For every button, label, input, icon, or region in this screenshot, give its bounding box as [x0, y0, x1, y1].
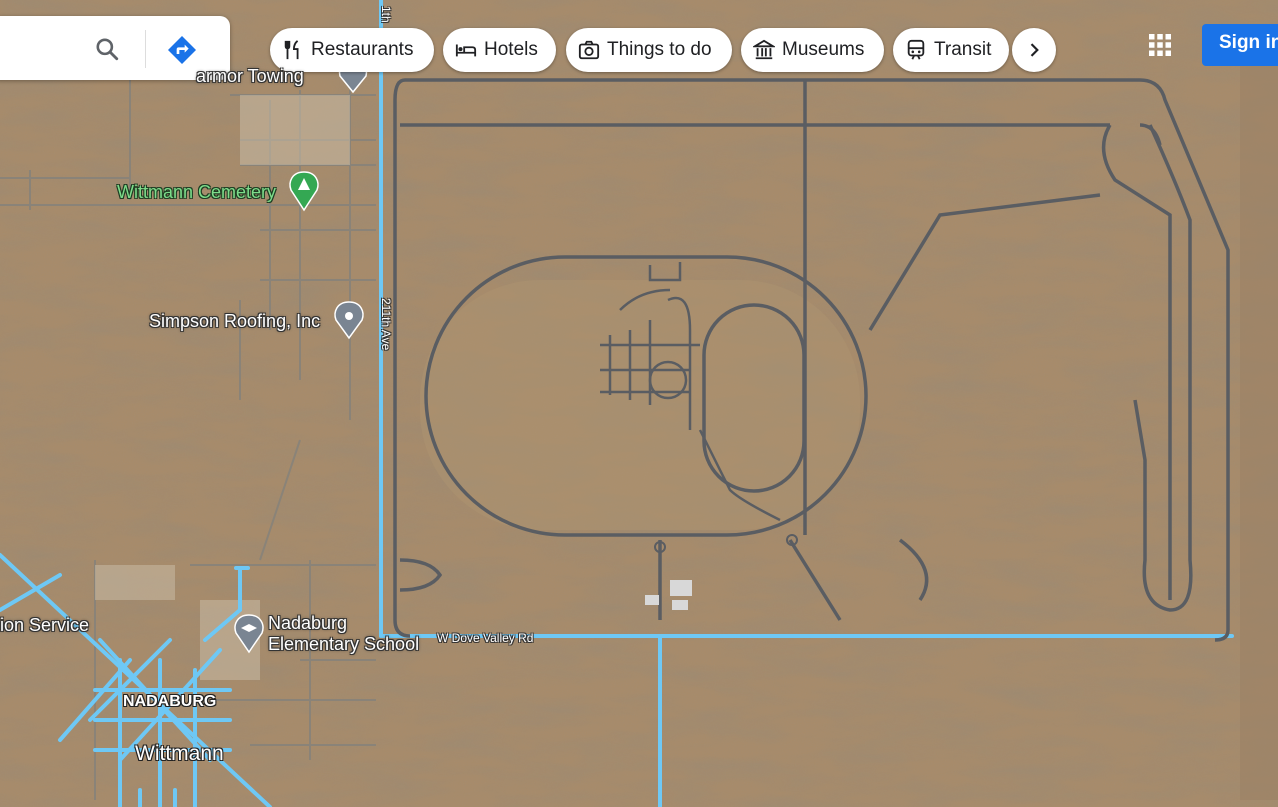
poi-label-cemetery[interactable]: Wittmann Cemetery	[117, 183, 276, 201]
poi-label-school-line1[interactable]: Nadaburg	[268, 614, 347, 632]
chip-things-to-do[interactable]: Things to do	[566, 28, 732, 72]
bed-icon	[455, 44, 477, 57]
camera-icon	[578, 40, 600, 60]
train-icon	[907, 39, 925, 60]
museum-icon	[753, 39, 775, 60]
poi-label-service[interactable]: ion Service	[0, 616, 89, 634]
road-label-ave-top: 1th	[379, 6, 393, 23]
chip-label: Museums	[782, 39, 865, 60]
chip-label: Restaurants	[311, 39, 414, 60]
chevron-right-icon	[1030, 43, 1039, 57]
fork-knife-icon	[284, 40, 299, 60]
road-label-dove-valley: W Dove Valley Rd	[437, 631, 534, 645]
chip-label: Hotels	[484, 39, 538, 60]
infield-area	[420, 280, 860, 530]
road-label-211th-ave: 211th Ave	[379, 298, 393, 351]
search-icon[interactable]	[94, 36, 120, 62]
directions-icon[interactable]	[166, 34, 198, 66]
town-label-nadaburg: NADABURG	[123, 693, 217, 710]
search-divider	[145, 30, 146, 68]
chip-label: Things to do	[607, 39, 712, 60]
chip-hotels[interactable]: Hotels	[443, 28, 556, 72]
chip-label: Transit	[934, 39, 992, 60]
poi-label-towing[interactable]: armor Towing	[196, 67, 304, 85]
sign-in-button[interactable]: Sign in	[1202, 24, 1278, 66]
chip-museums[interactable]: Museums	[741, 28, 884, 72]
satellite-map[interactable]	[0, 0, 1278, 807]
apps-grid-icon[interactable]	[1148, 33, 1172, 57]
more-chips-button[interactable]	[1012, 28, 1056, 72]
town-label-wittmann: Wittmann	[135, 742, 224, 765]
chip-transit[interactable]: Transit	[893, 28, 1009, 72]
east-terrain	[1240, 60, 1278, 800]
poi-label-roofing[interactable]: Simpson Roofing, Inc	[149, 312, 320, 330]
poi-label-school-line2[interactable]: Elementary School	[268, 635, 419, 653]
